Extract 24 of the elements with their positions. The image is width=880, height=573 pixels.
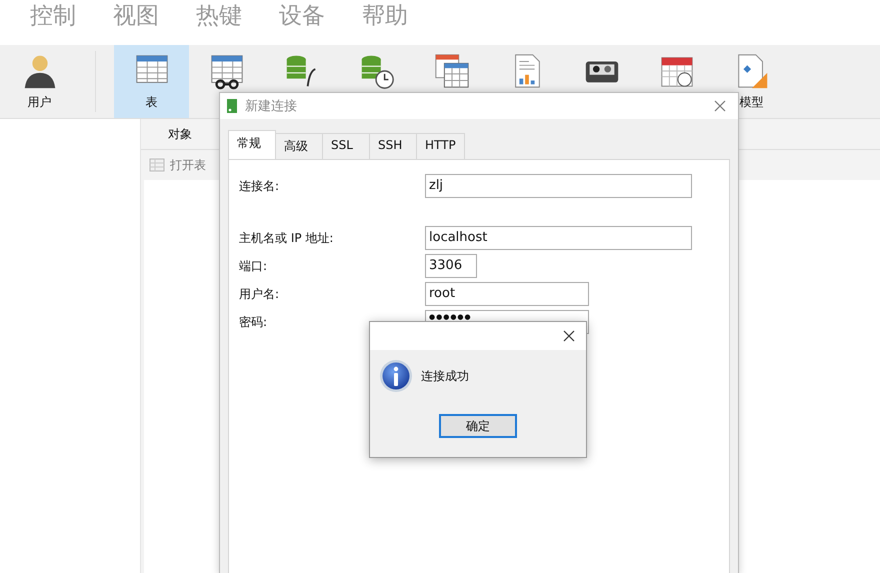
input-field[interactable]: localhost: [425, 226, 692, 250]
dialog-title: 新建连接: [245, 98, 298, 115]
toolbar-button[interactable]: 模型: [714, 45, 789, 118]
field-label: 用户名:: [239, 286, 280, 302]
info-icon: [379, 359, 413, 393]
field-label: 连接名:: [239, 178, 280, 194]
connection-icon: [226, 98, 238, 114]
open-table-button[interactable]: 打开表: [149, 156, 206, 174]
table-icon: [149, 158, 165, 172]
tab[interactable]: 常规: [228, 130, 276, 159]
field-label: 主机名或 IP 地址:: [239, 230, 334, 246]
input-field[interactable]: 3306: [425, 254, 477, 278]
ok-button[interactable]: 确定: [439, 414, 517, 438]
objects-tab[interactable]: 对象: [168, 126, 192, 142]
message-text: 连接成功: [421, 368, 469, 384]
toolbar-button[interactable]: 用户: [2, 45, 77, 118]
tab[interactable]: HTTP: [416, 133, 465, 159]
field-label: 端口:: [239, 258, 268, 274]
input-field[interactable]: root: [425, 282, 589, 306]
close-icon[interactable]: [563, 330, 575, 342]
query-icon: [432, 52, 470, 90]
input-field[interactable]: zlj: [425, 174, 692, 198]
toolbar-button[interactable]: 表: [114, 45, 189, 118]
field-label: 密码:: [239, 314, 268, 330]
